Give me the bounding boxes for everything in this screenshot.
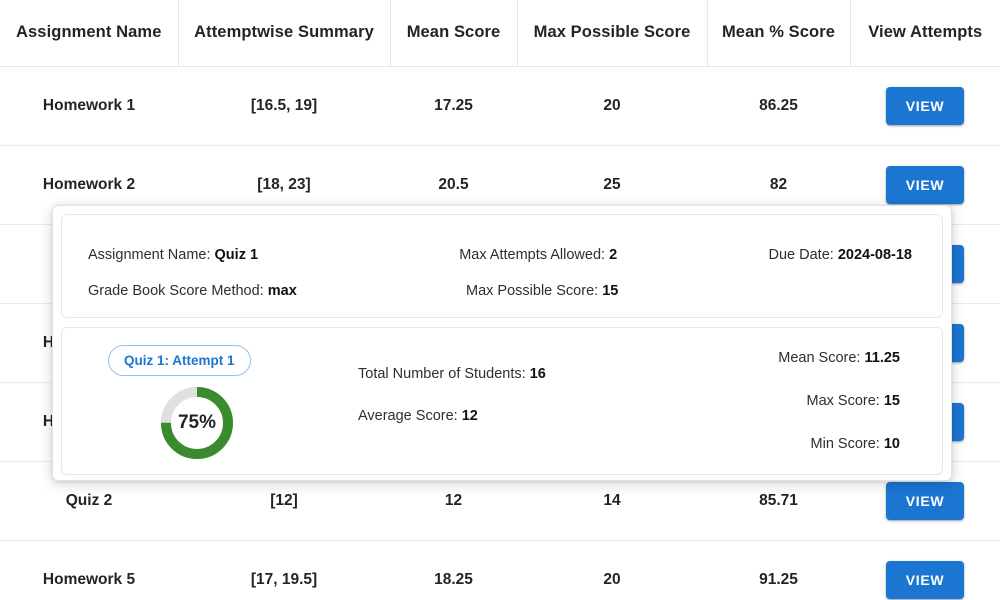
meta-row-bottom: Grade Book Score Method: max Max Possibl… <box>88 273 916 309</box>
meta-row-top: Assignment Name: Quiz 1 Max Attempts All… <box>88 237 916 273</box>
cell-mean-percent-score: 91.25 <box>707 540 850 600</box>
total-students-label: Total Number of Students: <box>358 366 526 382</box>
view-attempts-button[interactable]: VIEW <box>885 165 965 204</box>
cell-assignment-name: Homework 5 <box>0 540 178 600</box>
mean-score-field: Mean Score: 11.25 <box>600 350 900 366</box>
max-attempts-value: 2 <box>609 247 618 263</box>
cell-mean-score: 17.25 <box>390 66 517 146</box>
max-attempts-field: Max Attempts Allowed: 2 <box>459 247 768 263</box>
score-method-label: Grade Book Score Method: <box>88 283 264 299</box>
min-score-label: Min Score: <box>810 436 880 452</box>
column-header-view-attempts: View Attempts <box>850 0 1000 67</box>
max-possible-score-value: 15 <box>602 283 619 299</box>
cell-attemptwise-summary: [17, 19.5] <box>178 540 390 600</box>
assignment-details-popup: Assignment Name: Quiz 1 Max Attempts All… <box>52 205 952 481</box>
cell-view-attempts: VIEW <box>850 540 1000 600</box>
cell-view-attempts: VIEW <box>850 66 1000 146</box>
score-method-field: Grade Book Score Method: max <box>88 283 466 299</box>
table-header: Assignment Name Attemptwise Summary Mean… <box>0 0 1000 67</box>
max-score-label: Max Score: <box>806 393 880 409</box>
column-header-max-possible-score: Max Possible Score <box>517 0 708 67</box>
cell-assignment-name: Homework 1 <box>0 66 178 146</box>
table-header-row: Assignment Name Attemptwise Summary Mean… <box>0 0 1000 67</box>
score-method-value: max <box>267 283 297 299</box>
view-attempts-button[interactable]: VIEW <box>885 560 965 599</box>
cell-max-possible-score: 20 <box>517 66 707 146</box>
cell-mean-score: 18.25 <box>390 540 517 600</box>
max-score-field: Max Score: 15 <box>600 393 900 409</box>
cell-attemptwise-summary: [16.5, 19] <box>178 66 390 146</box>
max-score-value: 15 <box>883 393 900 409</box>
completion-donut-chart: 75% <box>158 384 236 462</box>
column-header-assignment-name: Assignment Name <box>0 0 179 67</box>
assignment-name-field: Assignment Name: Quiz 1 <box>88 247 459 263</box>
assignment-name-value: Quiz 1 <box>214 247 259 263</box>
table-row: Homework 1 [16.5, 19] 17.25 20 86.25 VIE… <box>0 66 1000 146</box>
due-date-field: Due Date: 2024-08-18 <box>769 247 917 263</box>
attempt-stats-card: Quiz 1: Attempt 1 75% Total Number of St… <box>61 327 943 475</box>
total-students-value: 16 <box>529 366 546 382</box>
donut-percent-label: 75% <box>177 412 217 433</box>
due-date-label: Due Date: <box>768 247 834 263</box>
cell-max-possible-score: 20 <box>517 540 707 600</box>
min-score-field: Min Score: 10 <box>600 436 900 452</box>
grades-page: Assignment Name Attemptwise Summary Mean… <box>0 0 1000 600</box>
mean-score-label: Mean Score: <box>778 350 861 366</box>
column-header-mean-score: Mean Score <box>390 0 518 67</box>
cell-mean-percent-score: 86.25 <box>707 66 850 146</box>
attempt-badge[interactable]: Quiz 1: Attempt 1 <box>108 345 251 376</box>
attempt-stats-right: Mean Score: 11.25 Max Score: 15 Min Scor… <box>600 350 900 479</box>
max-possible-score-label: Max Possible Score: <box>466 283 599 299</box>
view-attempts-button[interactable]: VIEW <box>885 86 965 125</box>
assignment-meta-card: Assignment Name: Quiz 1 Max Attempts All… <box>61 214 943 318</box>
column-header-attemptwise-summary: Attemptwise Summary <box>178 0 391 67</box>
table-row: Homework 5 [17, 19.5] 18.25 20 91.25 VIE… <box>0 540 1000 600</box>
max-possible-score-field: Max Possible Score: 15 <box>466 283 781 299</box>
view-attempts-button[interactable]: VIEW <box>885 481 965 520</box>
average-score-label: Average Score: <box>358 408 458 424</box>
assignment-name-label: Assignment Name: <box>88 247 211 263</box>
mean-score-value: 11.25 <box>864 350 901 366</box>
max-attempts-label: Max Attempts Allowed: <box>459 247 606 263</box>
due-date-value: 2024-08-18 <box>837 247 912 263</box>
min-score-value: 10 <box>883 436 900 452</box>
column-header-mean-percent-score: Mean % Score <box>707 0 851 67</box>
average-score-value: 12 <box>461 408 478 424</box>
